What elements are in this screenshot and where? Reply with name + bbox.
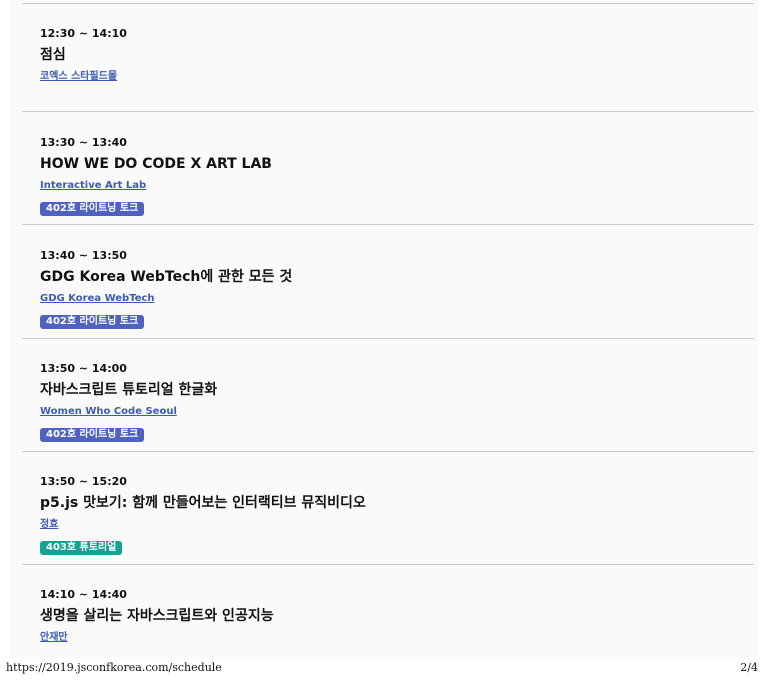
print-footer-page-number: 2/4 [740, 661, 758, 674]
print-footer-url: https://2019.jsconfkorea.com/schedule [6, 661, 222, 674]
session-title: HOW WE DO CODE X ART LAB [40, 156, 272, 172]
room-tag: 403호 튜토리얼 [40, 541, 123, 555]
session-time: 13:30 ~ 13:40 [40, 136, 127, 149]
session-title: GDG Korea WebTech에 관한 모든 것 [40, 269, 293, 285]
room-tag: 402호 라이트닝 토크 [40, 315, 145, 329]
session-item: 14:10 ~ 14:40 생명을 살리는 자바스크립트와 인공지능 안재만 [40, 588, 740, 644]
session-speaker-link[interactable]: 코엑스 스타필드몰 [40, 70, 117, 83]
divider [22, 451, 754, 452]
divider [22, 338, 754, 339]
session-speaker-link[interactable]: 안재만 [40, 631, 68, 644]
session-speaker-link[interactable]: Women Who Code Seoul [40, 405, 177, 418]
session-time: 12:30 ~ 14:10 [40, 27, 127, 40]
session-item: 13:40 ~ 13:50 GDG Korea WebTech에 관한 모든 것… [40, 249, 740, 329]
session-time: 13:50 ~ 14:00 [40, 362, 127, 375]
session-item: 13:50 ~ 14:00 자바스크립트 튜토리얼 한글화 Women Who … [40, 362, 740, 442]
session-title: 생명을 살리는 자바스크립트와 인공지능 [40, 608, 274, 624]
session-title: p5.js 맛보기: 함께 만들어보는 인터랙티브 뮤직비디오 [40, 495, 366, 511]
session-speaker-link[interactable]: GDG Korea WebTech [40, 292, 155, 305]
session-time: 14:10 ~ 14:40 [40, 588, 127, 601]
divider [22, 3, 754, 4]
session-title: 점심 [40, 47, 66, 63]
divider [22, 111, 754, 112]
session-time: 13:50 ~ 15:20 [40, 475, 127, 488]
session-speaker-link[interactable]: Interactive Art Lab [40, 179, 146, 192]
session-time: 13:40 ~ 13:50 [40, 249, 127, 262]
session-speaker-link[interactable]: 정효 [40, 518, 58, 531]
session-item: 12:30 ~ 14:10 점심 코엑스 스타필드몰 [40, 27, 740, 83]
room-tag: 402호 라이트닝 토크 [40, 202, 145, 216]
session-item: 13:50 ~ 15:20 p5.js 맛보기: 함께 만들어보는 인터랙티브 … [40, 475, 740, 555]
printed-page: 12:30 ~ 14:10 점심 코엑스 스타필드몰 13:30 ~ 13:40… [0, 0, 768, 681]
schedule-panel: 12:30 ~ 14:10 점심 코엑스 스타필드몰 13:30 ~ 13:40… [10, 0, 758, 658]
room-tag: 402호 라이트닝 토크 [40, 428, 145, 442]
divider [22, 564, 754, 565]
session-item: 13:30 ~ 13:40 HOW WE DO CODE X ART LAB I… [40, 136, 740, 216]
divider [22, 224, 754, 225]
session-title: 자바스크립트 튜토리얼 한글화 [40, 382, 218, 398]
